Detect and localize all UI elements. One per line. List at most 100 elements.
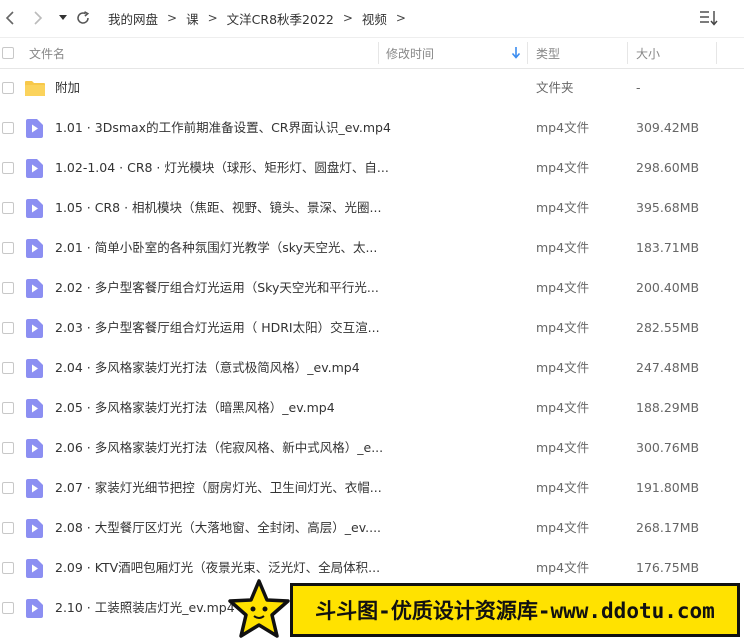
file-row[interactable]: 2.04 · 多风格家装灯光打法（意式极简风格）_ev.mp4 mp4文件 24… <box>0 348 744 388</box>
file-name[interactable]: 2.09 · KTV酒吧包厢灯光（夜景光束、泛光灯、全局体积... <box>55 548 380 588</box>
file-type: mp4文件 <box>536 480 590 495</box>
file-type: mp4文件 <box>536 360 590 375</box>
file-row[interactable]: 2.05 · 多风格家装灯光打法（暗黑风格）_ev.mp4 mp4文件 188.… <box>0 388 744 428</box>
file-row[interactable]: 1.02-1.04 · CR8 · 灯光模块（球形、矩形灯、圆盘灯、自... m… <box>0 148 744 188</box>
file-type: mp4文件 <box>536 120 590 135</box>
column-header-type[interactable]: 类型 <box>536 38 560 68</box>
file-name[interactable]: 2.08 · 大型餐厅区灯光（大落地窗、全封闭、高层）_ev.... <box>55 508 381 548</box>
column-header-name[interactable]: 文件名 <box>29 38 65 68</box>
file-type: mp4文件 <box>536 400 590 415</box>
file-type: mp4文件 <box>536 520 590 535</box>
video-file-icon <box>26 359 43 378</box>
file-row[interactable]: 2.07 · 家装灯光细节把控（厨房灯光、卫生间灯光、衣帽... mp4文件 1… <box>0 468 744 508</box>
row-checkbox[interactable] <box>2 522 14 534</box>
file-name[interactable]: 2.03 · 多户型客餐厅组合灯光运用（ HDRI太阳）交互渲... <box>55 308 380 348</box>
back-icon[interactable] <box>0 8 20 28</box>
breadcrumb-item[interactable]: 文洋CR8秋季2022 <box>227 9 334 28</box>
row-checkbox[interactable] <box>2 602 14 614</box>
file-name[interactable]: 2.02 · 多户型客餐厅组合灯光运用（Sky天空光和平行光... <box>55 268 379 308</box>
video-file-icon <box>26 559 43 578</box>
file-type: mp4文件 <box>536 320 590 335</box>
sort-order-icon[interactable] <box>699 9 719 27</box>
row-checkbox[interactable] <box>2 82 14 94</box>
file-type: mp4文件 <box>536 560 590 575</box>
file-type: mp4文件 <box>536 200 590 215</box>
column-header-modified[interactable]: 修改时间 <box>386 38 434 68</box>
video-file-icon <box>26 399 43 418</box>
row-checkbox[interactable] <box>2 442 14 454</box>
row-checkbox[interactable] <box>2 162 14 174</box>
file-name[interactable]: 2.04 · 多风格家装灯光打法（意式极简风格）_ev.mp4 <box>55 348 360 388</box>
file-size: 247.48MB <box>636 360 700 375</box>
video-file-icon <box>26 479 43 498</box>
history-dropdown-icon[interactable] <box>53 8 73 28</box>
file-row[interactable]: 2.08 · 大型餐厅区灯光（大落地窗、全封闭、高层）_ev.... mp4文件… <box>0 508 744 548</box>
video-file-icon <box>26 519 43 538</box>
star-logo-icon <box>228 579 290 638</box>
breadcrumb-separator-icon: > <box>342 11 353 25</box>
row-checkbox[interactable] <box>2 482 14 494</box>
file-name[interactable]: 1.02-1.04 · CR8 · 灯光模块（球形、矩形灯、圆盘灯、自... <box>55 148 389 188</box>
row-checkbox[interactable] <box>2 362 14 374</box>
file-name[interactable]: 2.01 · 简单小卧室的各种氛围灯光教学（sky天空光、太... <box>55 228 377 268</box>
column-header-size[interactable]: 大小 <box>636 38 660 68</box>
select-all-checkbox[interactable] <box>2 47 14 59</box>
watermark-banner: 斗斗图-优质设计资源库-www.ddotu.com <box>290 583 740 637</box>
breadcrumb-item[interactable]: 我的网盘 <box>108 9 158 28</box>
column-divider[interactable] <box>627 42 628 64</box>
video-file-icon <box>26 119 43 138</box>
file-name[interactable]: 附加 <box>55 68 80 108</box>
file-size: 300.76MB <box>636 440 700 455</box>
row-checkbox[interactable] <box>2 322 14 334</box>
file-row[interactable]: 1.05 · CR8 · 相机模块（焦距、视野、镜头、景深、光圈... mp4文… <box>0 188 744 228</box>
refresh-icon[interactable] <box>73 8 93 28</box>
file-name[interactable]: 2.05 · 多风格家装灯光打法（暗黑风格）_ev.mp4 <box>55 388 335 428</box>
row-checkbox[interactable] <box>2 402 14 414</box>
column-divider[interactable] <box>378 42 379 64</box>
file-row[interactable]: 2.02 · 多户型客餐厅组合灯光运用（Sky天空光和平行光... mp4文件 … <box>0 268 744 308</box>
file-size: 282.55MB <box>636 320 700 335</box>
row-checkbox[interactable] <box>2 562 14 574</box>
breadcrumb-item[interactable]: 视频 <box>362 9 387 28</box>
file-name[interactable]: 2.07 · 家装灯光细节把控（厨房灯光、卫生间灯光、衣帽... <box>55 468 382 508</box>
breadcrumb-item[interactable]: 课 <box>186 9 199 28</box>
breadcrumb-separator-icon: > <box>395 11 406 25</box>
video-file-icon <box>26 439 43 458</box>
row-checkbox[interactable] <box>2 122 14 134</box>
file-type: mp4文件 <box>536 240 590 255</box>
video-file-icon <box>26 319 43 338</box>
breadcrumb-separator-icon: > <box>167 11 178 25</box>
file-row[interactable]: 2.01 · 简单小卧室的各种氛围灯光教学（sky天空光、太... mp4文件 … <box>0 228 744 268</box>
file-name[interactable]: 2.06 · 多风格家装灯光打法（侘寂风格、新中式风格）_e... <box>55 428 383 468</box>
file-name[interactable]: 1.01 · 3Dsmax的工作前期准备设置、CR界面认识_ev.mp4 <box>55 108 391 148</box>
file-size: 191.80MB <box>636 480 700 495</box>
file-name[interactable]: 2.10 · 工装照装店灯光_ev.mp4 <box>55 588 235 628</box>
file-list-header: 文件名 修改时间 类型 大小 <box>0 37 744 69</box>
breadcrumb-separator-icon: > <box>207 11 218 25</box>
file-type: 文件夹 <box>536 80 574 95</box>
top-nav-bar: 我的网盘 > 课 > 文洋CR8秋季2022 > 视频 > <box>0 0 744 36</box>
video-file-icon <box>26 279 43 298</box>
breadcrumb: 我的网盘 > 课 > 文洋CR8秋季2022 > 视频 > <box>108 0 415 36</box>
file-row[interactable]: 2.03 · 多户型客餐厅组合灯光运用（ HDRI太阳）交互渲... mp4文件… <box>0 308 744 348</box>
sort-descending-icon[interactable] <box>511 46 521 60</box>
watermark-text: 斗斗图-优质设计资源库-www.ddotu.com <box>315 599 715 623</box>
file-row[interactable]: 2.09 · KTV酒吧包厢灯光（夜景光束、泛光灯、全局体积... mp4文件 … <box>0 548 744 588</box>
file-type: mp4文件 <box>536 440 590 455</box>
column-divider[interactable] <box>527 42 528 64</box>
video-file-icon <box>26 599 43 618</box>
folder-row[interactable]: 附加 文件夹 - <box>0 68 744 108</box>
file-type: mp4文件 <box>536 160 590 175</box>
file-row[interactable]: 1.01 · 3Dsmax的工作前期准备设置、CR界面认识_ev.mp4 mp4… <box>0 108 744 148</box>
file-size: 200.40MB <box>636 280 700 295</box>
file-size: - <box>636 80 641 95</box>
file-name[interactable]: 1.05 · CR8 · 相机模块（焦距、视野、镜头、景深、光圈... <box>55 188 381 228</box>
row-checkbox[interactable] <box>2 282 14 294</box>
folder-icon <box>25 81 45 96</box>
video-file-icon <box>26 159 43 178</box>
row-checkbox[interactable] <box>2 242 14 254</box>
forward-icon[interactable] <box>28 8 48 28</box>
row-checkbox[interactable] <box>2 202 14 214</box>
file-row[interactable]: 2.06 · 多风格家装灯光打法（侘寂风格、新中式风格）_e... mp4文件 … <box>0 428 744 468</box>
column-divider[interactable] <box>716 42 717 64</box>
